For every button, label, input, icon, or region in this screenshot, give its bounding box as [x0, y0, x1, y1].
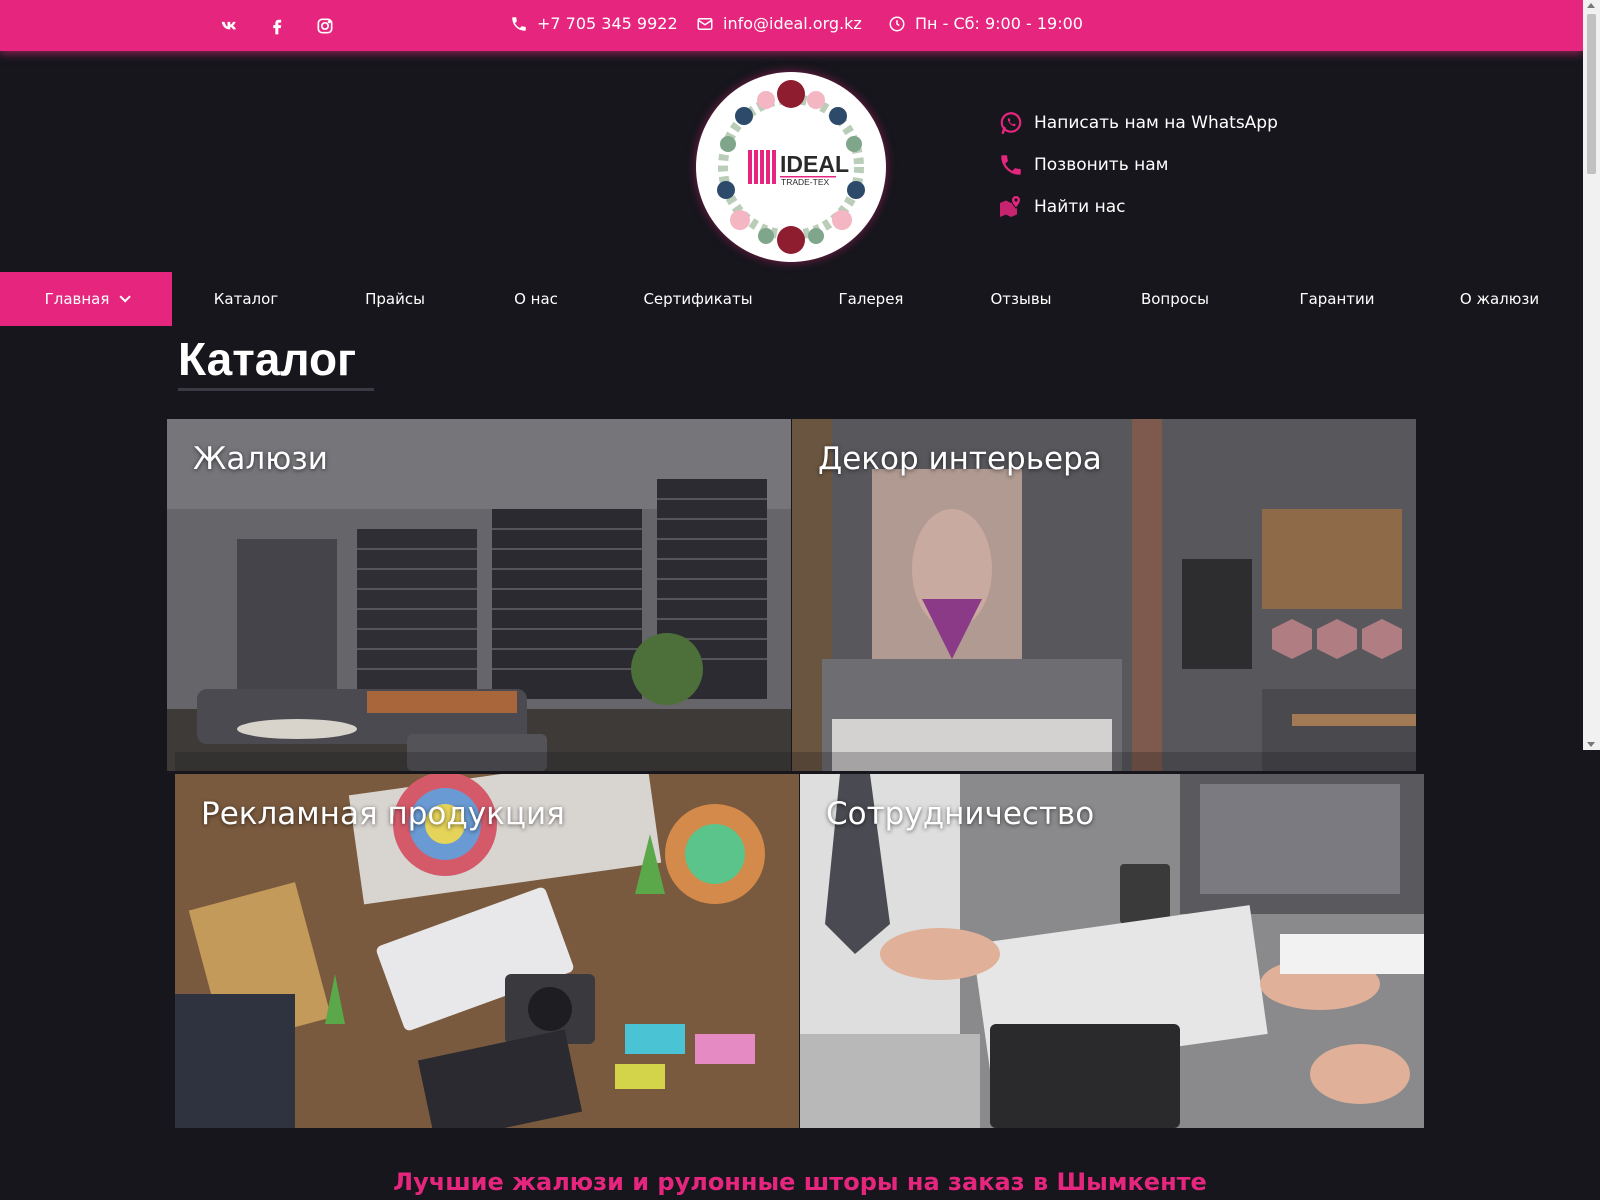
call-link[interactable]: Позвонить нам [998, 152, 1169, 178]
whatsapp-icon [1000, 112, 1022, 135]
nav-label: Отзывы [990, 290, 1052, 308]
working-hours: Пн - Сб: 9:00 - 19:00 [915, 14, 1083, 33]
nav-item-home[interactable]: Главная [0, 272, 172, 326]
find-us-link[interactable]: Найти нас [998, 194, 1125, 220]
topbar-email[interactable]: info@ideal.org.kz [696, 14, 862, 33]
scroll-down-arrow-icon[interactable] [1587, 742, 1595, 747]
topbar-hours: Пн - Сб: 9:00 - 19:00 [888, 14, 1083, 33]
nav-label: Прайсы [365, 290, 425, 308]
chevron-down-icon [119, 291, 132, 303]
title-underline [178, 388, 374, 391]
catalog-tile-cooperation[interactable]: Сотрудничество [800, 774, 1424, 1128]
nav-label: Вопросы [1140, 290, 1210, 308]
logo-brand-text: IDEAL [780, 151, 849, 177]
section-heading: Лучшие жалюзи и рулонные шторы на заказ … [393, 1168, 1207, 1196]
map-pin-icon [1000, 194, 1022, 217]
nav-label: О жалюзи [1459, 290, 1540, 308]
nav-item-certificates[interactable]: Сертификаты [602, 272, 794, 326]
site-logo[interactable]: IDEAL TRADE-TEX [696, 72, 886, 262]
nav-item-gallery[interactable]: Галерея [794, 272, 948, 326]
envelope-icon [697, 17, 713, 30]
contact-label: Позвонить нам [1034, 155, 1169, 175]
nav-label: Главная [44, 290, 110, 308]
scrollbar-thumb[interactable] [1587, 14, 1596, 174]
contact-label: Написать нам на WhatsApp [1034, 113, 1278, 133]
phone-icon [512, 16, 526, 31]
tile-separator [175, 752, 1424, 774]
top-bar: +7 705 345 9922 info@ideal.org.kz Пн - С… [0, 0, 1583, 51]
catalog-tile-decor[interactable]: Декор интерьера [792, 419, 1416, 771]
nav-label: Галерея [838, 290, 904, 308]
nav-item-about[interactable]: О нас [470, 272, 602, 326]
nav-label: Гарантии [1299, 290, 1375, 308]
nav-label: Каталог [213, 290, 279, 308]
email-address: info@ideal.org.kz [723, 14, 862, 33]
scrollbar[interactable] [1583, 0, 1600, 750]
nav-item-catalog[interactable]: Каталог [172, 272, 320, 326]
tile-label: Декор интерьера [818, 441, 1102, 477]
whatsapp-link[interactable]: Написать нам на WhatsApp [998, 110, 1278, 136]
topbar-phone[interactable]: +7 705 345 9922 [510, 14, 678, 33]
catalog-tile-advertising[interactable]: Рекламная продукция [175, 774, 799, 1128]
nav-item-about-blinds[interactable]: О жалюзи [1418, 272, 1581, 326]
nav-item-guarantees[interactable]: Гарантии [1256, 272, 1418, 326]
instagram-icon[interactable] [313, 15, 337, 37]
scroll-up-arrow-icon[interactable] [1587, 3, 1595, 8]
phone-number: +7 705 345 9922 [537, 14, 678, 33]
page-title: Каталог [178, 333, 357, 385]
nav-item-faq[interactable]: Вопросы [1094, 272, 1256, 326]
catalog-tile-blinds[interactable]: Жалюзи [167, 419, 791, 771]
vk-icon[interactable] [218, 15, 242, 37]
tile-label: Рекламная продукция [201, 796, 565, 832]
floral-wreath-logo: IDEAL TRADE-TEX [699, 75, 883, 259]
nav-label: Сертификаты [643, 290, 753, 308]
main-nav: Главная Каталог Прайсы О нас Сертификаты… [0, 272, 1583, 326]
tile-label: Жалюзи [193, 441, 328, 477]
facebook-icon[interactable] [265, 15, 289, 37]
nav-item-prices[interactable]: Прайсы [320, 272, 470, 326]
tile-label: Сотрудничество [826, 796, 1095, 832]
nav-item-reviews[interactable]: Отзывы [948, 272, 1094, 326]
clock-icon [889, 16, 905, 31]
phone-icon [1001, 155, 1021, 175]
logo-sub-text: TRADE-TEX [781, 177, 830, 187]
nav-label: О нас [514, 290, 558, 308]
contact-label: Найти нас [1034, 197, 1126, 217]
